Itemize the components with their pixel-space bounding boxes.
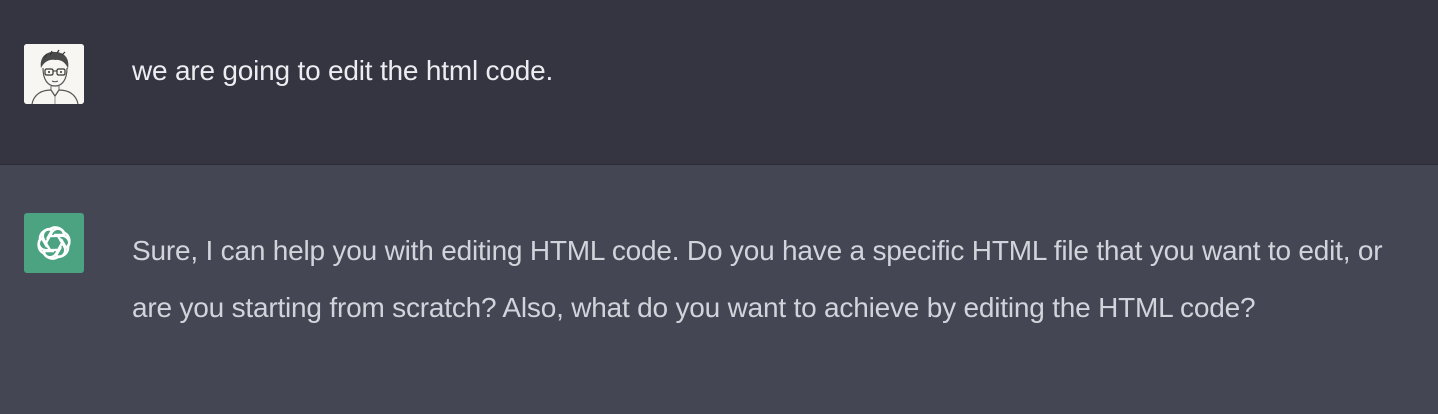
chat-conversation: we are going to edit the html code. Sure… [0, 0, 1438, 414]
assistant-message-text: Sure, I can help you with editing HTML c… [132, 235, 1383, 323]
openai-logo-icon [37, 226, 71, 260]
user-message-text: we are going to edit the html code. [132, 55, 554, 86]
user-avatar [24, 44, 84, 104]
assistant-avatar [24, 213, 84, 273]
user-sketch-portrait-icon [24, 44, 84, 104]
user-message: we are going to edit the html code. [0, 0, 1438, 164]
assistant-message: Sure, I can help you with editing HTML c… [0, 165, 1438, 414]
